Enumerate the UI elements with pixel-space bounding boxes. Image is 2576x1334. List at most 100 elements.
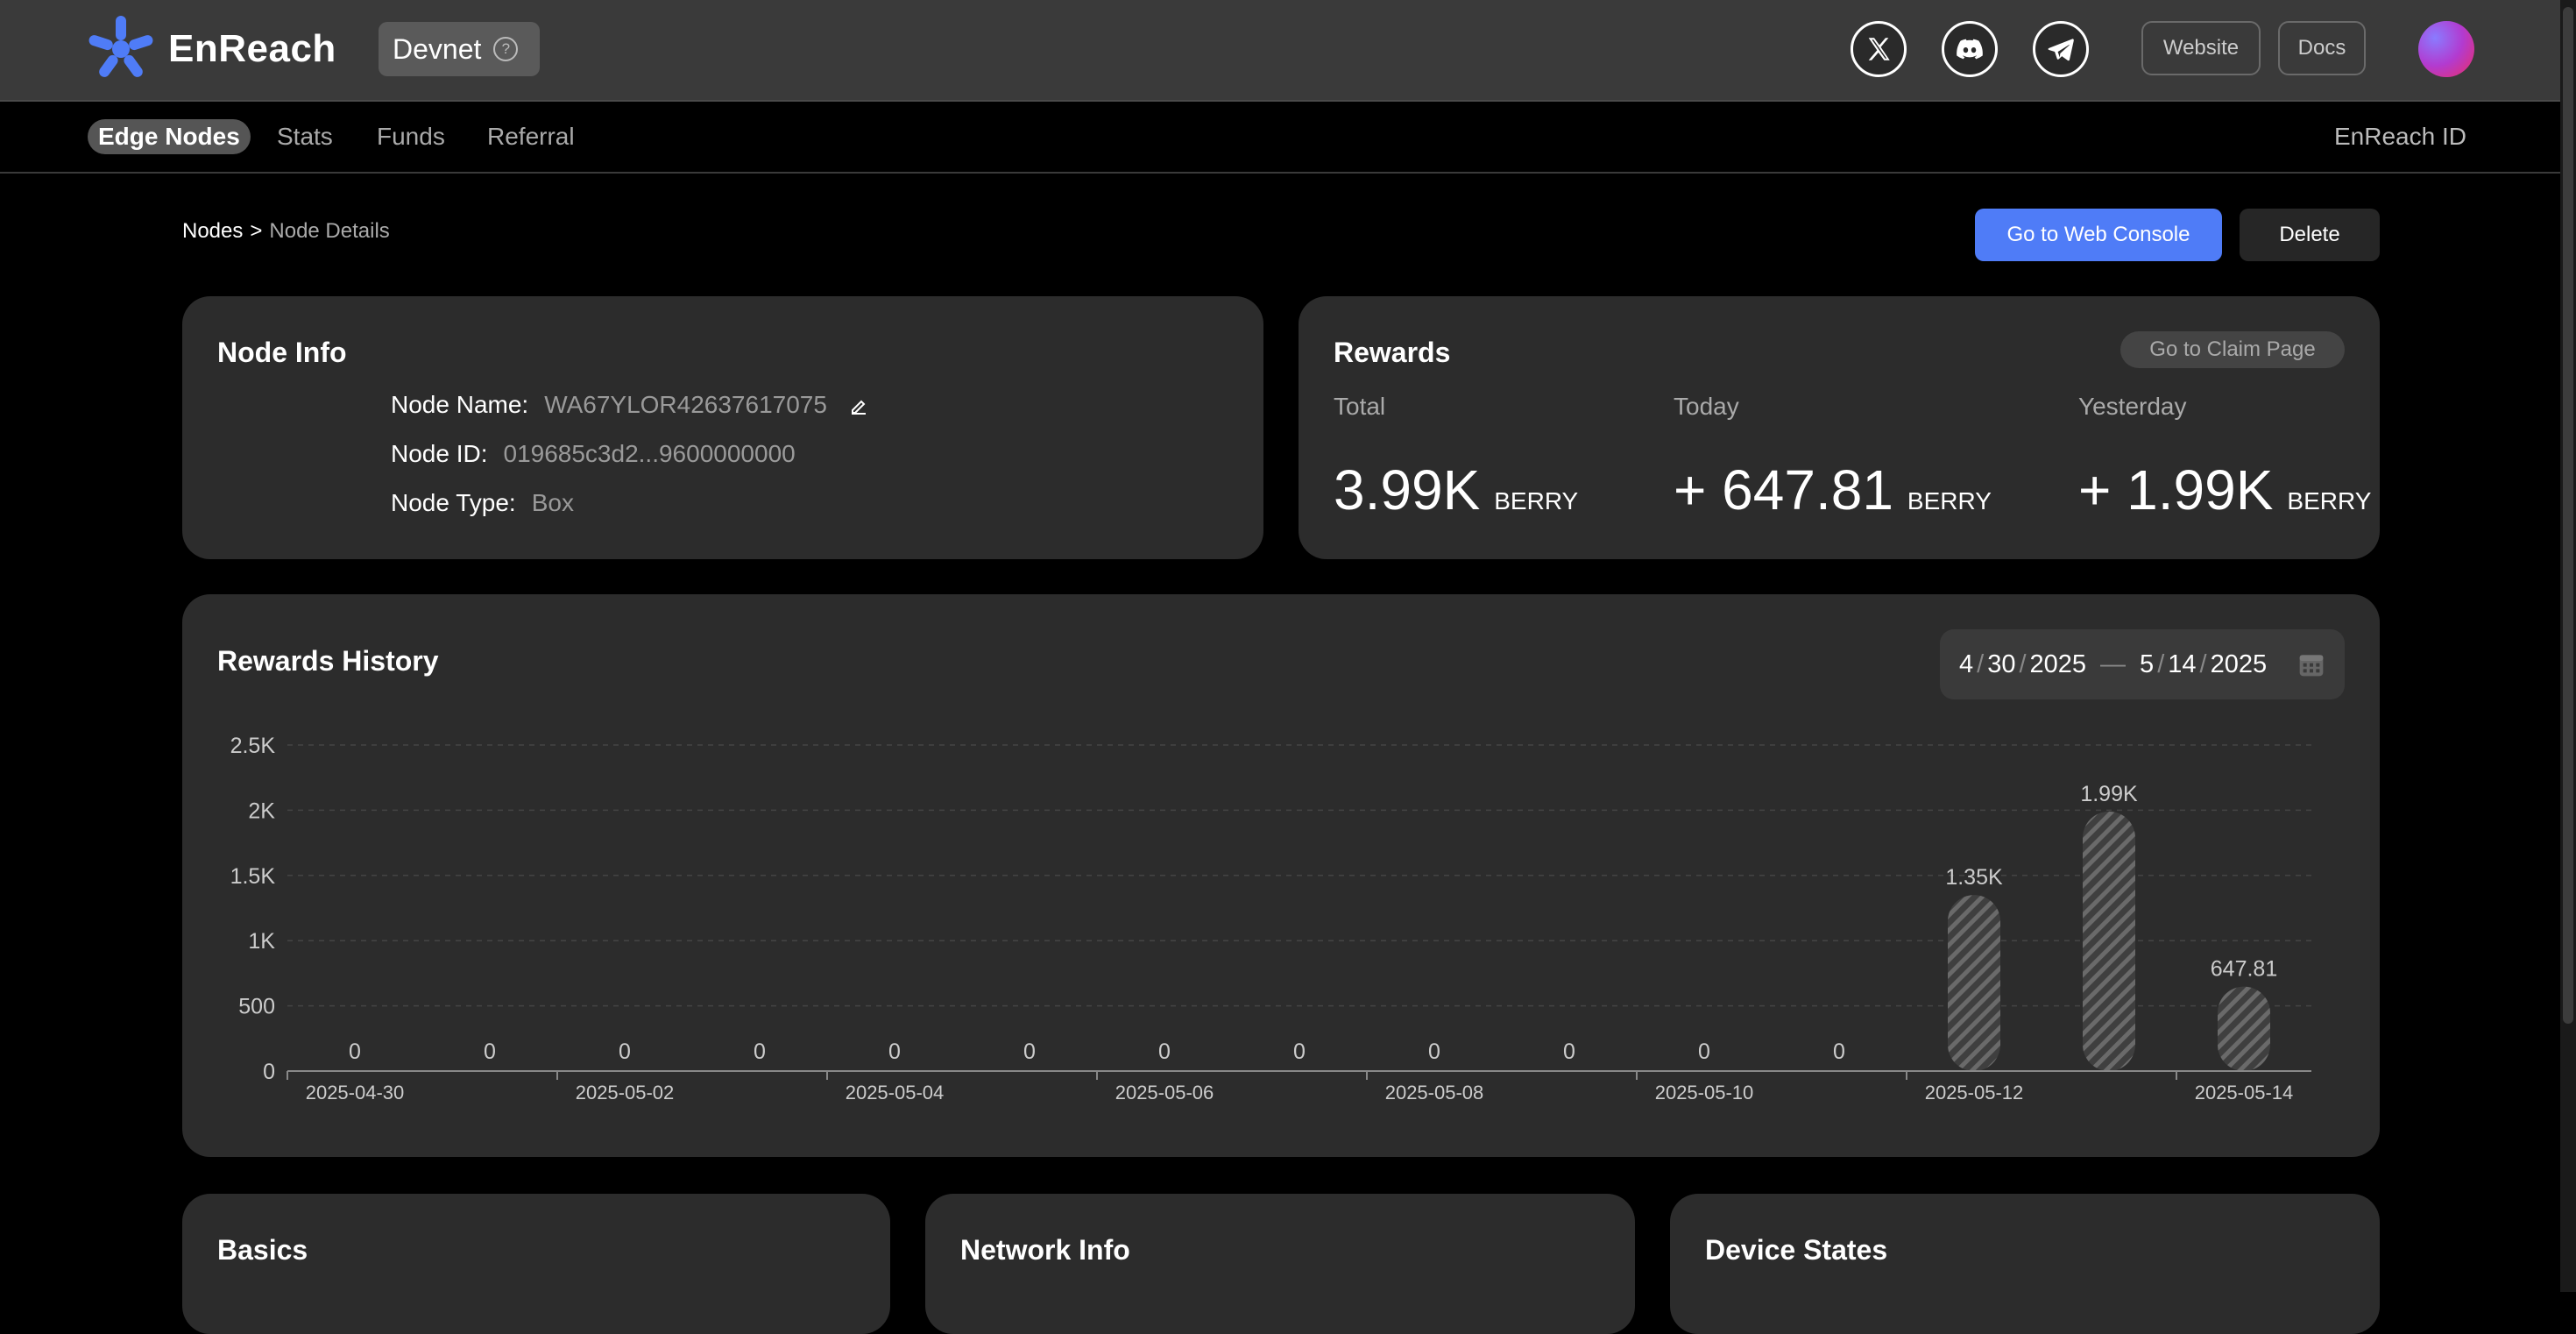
range-dash: —	[2100, 649, 2127, 678]
y-tick-label: 2.5K	[230, 734, 276, 758]
end-day[interactable]: 14	[2168, 650, 2196, 679]
data-label: 0	[1293, 1040, 1306, 1064]
breadcrumb-nodes[interactable]: Nodes	[182, 219, 243, 243]
rewards-yesterday: Yesterday + 1.99K BERRY	[2078, 393, 2371, 522]
x-tick-label: 2025-05-04	[846, 1082, 945, 1103]
node-name-value: WA67YLOR42637617075	[544, 391, 827, 418]
rewards-today: Today + 647.81 BERRY	[1674, 393, 1992, 522]
rewards-history-chart: 0 500 1K 1.5K 2K 2.5K 0 0 0 0 0 0 0 0 0 0 0 0 1.35K 1.99K 6…	[230, 734, 2311, 1103]
node-type-label: Node Type:	[391, 489, 516, 516]
device-states-title: Device States	[1705, 1234, 1888, 1266]
calendar-icon[interactable]	[2297, 650, 2325, 678]
x-tick-label: 2025-05-08	[1385, 1082, 1484, 1103]
rewards-total: Total 3.99K BERRY	[1334, 393, 1578, 522]
y-tick-label: 1.5K	[230, 864, 276, 889]
data-label: 0	[1698, 1040, 1710, 1064]
edit-icon[interactable]	[848, 396, 869, 417]
app-name: EnReach	[168, 27, 336, 70]
nav-referral[interactable]: Referral	[487, 119, 575, 154]
data-label: 0	[1158, 1040, 1171, 1064]
telegram-link[interactable]	[2033, 21, 2089, 77]
bar	[2218, 986, 2270, 1071]
yesterday-value: + 1.99K	[2078, 458, 2274, 522]
today-label: Today	[1674, 393, 1739, 420]
delete-button[interactable]: Delete	[2240, 209, 2380, 261]
basics-card: Basics	[182, 1194, 890, 1334]
device-states-card: Device States	[1670, 1194, 2380, 1334]
website-button[interactable]: Website	[2141, 21, 2261, 75]
top-header: EnReach Devnet ? Website Docs	[0, 0, 2560, 102]
x-link[interactable]	[1851, 21, 1907, 77]
data-label: 0	[754, 1040, 766, 1064]
avatar[interactable]	[2418, 21, 2474, 77]
end-year[interactable]: 2025	[2211, 650, 2268, 679]
bar	[1948, 895, 2000, 1071]
x-icon	[1868, 38, 1890, 60]
total-value: 3.99K	[1334, 458, 1481, 522]
data-label: 647.81	[2211, 957, 2277, 982]
rewards-history-title: Rewards History	[217, 645, 439, 677]
node-id-value: 019685c3d2...9600000000	[503, 440, 796, 467]
yesterday-label: Yesterday	[2078, 393, 2187, 420]
y-tick-label: 0	[263, 1060, 275, 1084]
discord-icon	[1957, 39, 1983, 60]
scrollbar[interactable]	[2560, 0, 2576, 1292]
end-month[interactable]: 5	[2140, 650, 2154, 679]
discord-link[interactable]	[1942, 21, 1998, 77]
scroll-thumb[interactable]	[2563, 7, 2573, 1024]
nav-edge-nodes[interactable]: Edge Nodes	[88, 119, 251, 154]
logo[interactable]: EnReach	[86, 16, 336, 82]
x-tick-label: 2025-04-30	[306, 1082, 405, 1103]
yesterday-unit: BERRY	[2287, 487, 2372, 514]
data-label: 0	[484, 1040, 496, 1064]
breadcrumb-separator: >	[250, 219, 263, 243]
basics-title: Basics	[217, 1234, 308, 1266]
data-label: 1.35K	[1945, 865, 2003, 890]
x-tick-label: 2025-05-14	[2195, 1082, 2294, 1103]
node-type-row: Node Type: Box	[391, 489, 574, 517]
bar	[2083, 811, 2135, 1071]
date-range-picker[interactable]: 4/30/2025 — 5/14/2025	[1940, 629, 2345, 699]
today-unit: BERRY	[1907, 487, 1992, 514]
today-value: + 647.81	[1674, 458, 1893, 522]
x-tick-label: 2025-05-10	[1655, 1082, 1754, 1103]
data-label: 0	[1833, 1040, 1845, 1064]
x-tick-label: 2025-05-02	[576, 1082, 675, 1103]
node-id-label: Node ID:	[391, 440, 488, 467]
data-label: 0	[619, 1040, 631, 1064]
x-tick-label: 2025-05-12	[1925, 1082, 2024, 1103]
data-label: 0	[1023, 1040, 1036, 1064]
breadcrumb-current: Node Details	[269, 219, 390, 243]
start-month[interactable]: 4	[1959, 650, 1973, 679]
network-info-title: Network Info	[960, 1234, 1130, 1266]
node-name-label: Node Name:	[391, 391, 529, 418]
env-selector[interactable]: Devnet ?	[379, 22, 540, 76]
data-label: 0	[888, 1040, 901, 1064]
node-id-row: Node ID: 019685c3d2...9600000000	[391, 440, 796, 468]
node-type-value: Box	[531, 489, 574, 516]
start-day[interactable]: 30	[1987, 650, 2015, 679]
web-console-button[interactable]: Go to Web Console	[1975, 209, 2222, 261]
x-tick-label: 2025-05-06	[1115, 1082, 1214, 1103]
node-info-card: Node Info Node Name: WA67YLOR42637617075 …	[182, 296, 1263, 559]
y-tick-label: 2K	[248, 798, 275, 823]
data-label: 0	[349, 1040, 361, 1064]
start-year[interactable]: 2025	[2030, 650, 2087, 679]
help-icon[interactable]: ?	[493, 37, 519, 61]
enreach-logo-icon	[88, 16, 153, 77]
telegram-icon	[2048, 39, 2074, 61]
total-unit: BERRY	[1494, 487, 1579, 514]
breadcrumb: Nodes > Node Details	[182, 219, 390, 244]
y-tick-label: 500	[238, 995, 275, 1019]
y-tick-label: 1K	[248, 929, 275, 954]
nav-stats[interactable]: Stats	[277, 119, 333, 154]
docs-button[interactable]: Docs	[2278, 21, 2366, 75]
claim-page-button[interactable]: Go to Claim Page	[2120, 331, 2345, 368]
node-info-title: Node Info	[217, 337, 347, 368]
env-label: Devnet	[393, 32, 482, 65]
nav-funds[interactable]: Funds	[377, 119, 445, 154]
data-label: 0	[1563, 1040, 1575, 1064]
network-info-card: Network Info	[925, 1194, 1635, 1334]
enreach-id-link[interactable]: EnReach ID	[2334, 119, 2466, 154]
total-label: Total	[1334, 393, 1386, 420]
